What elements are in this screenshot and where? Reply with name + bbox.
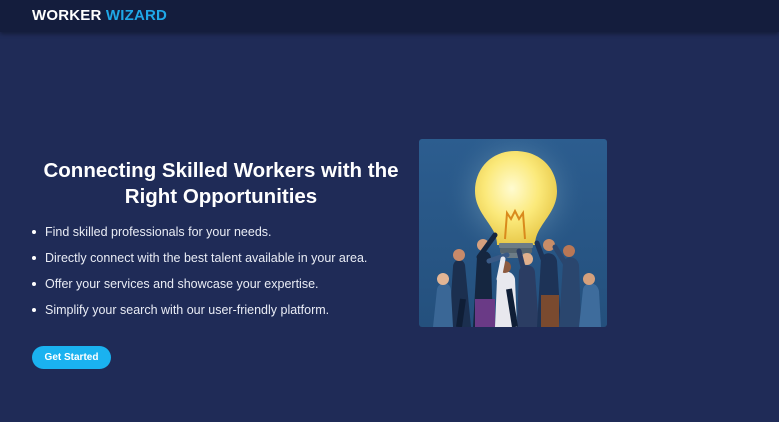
hero-title: Connecting Skilled Workers with the Righ…: [43, 159, 399, 208]
illustration-svg: [419, 139, 607, 327]
bullet-icon: [32, 230, 36, 234]
lightbulb-crowd-illustration: [419, 139, 607, 327]
brand-logo-link[interactable]: WORKER WIZARD: [32, 7, 167, 24]
get-started-button[interactable]: Get Started: [32, 346, 111, 369]
feature-list: Find skilled professionals for your need…: [32, 224, 367, 328]
bullet-icon: [32, 282, 36, 286]
feature-item: Directly connect with the best talent av…: [32, 250, 367, 276]
feature-item: Offer your services and showcase your ex…: [32, 276, 367, 302]
feature-text: Simplify your search with our user-frien…: [45, 303, 330, 317]
bullet-icon: [32, 256, 36, 260]
brand-name: WORKER: [32, 7, 102, 24]
navbar: WORKER WIZARD: [0, 0, 779, 32]
landing-page: WORKER WIZARD Connecting Skilled Workers…: [0, 0, 779, 422]
feature-item: Simplify your search with our user-frien…: [32, 302, 367, 328]
feature-text: Find skilled professionals for your need…: [45, 225, 272, 239]
brand-name-accent: WIZARD: [105, 7, 168, 24]
feature-item: Find skilled professionals for your need…: [32, 224, 367, 250]
bullet-icon: [32, 308, 36, 312]
feature-text: Offer your services and showcase your ex…: [45, 277, 319, 291]
feature-text: Directly connect with the best talent av…: [45, 251, 368, 265]
